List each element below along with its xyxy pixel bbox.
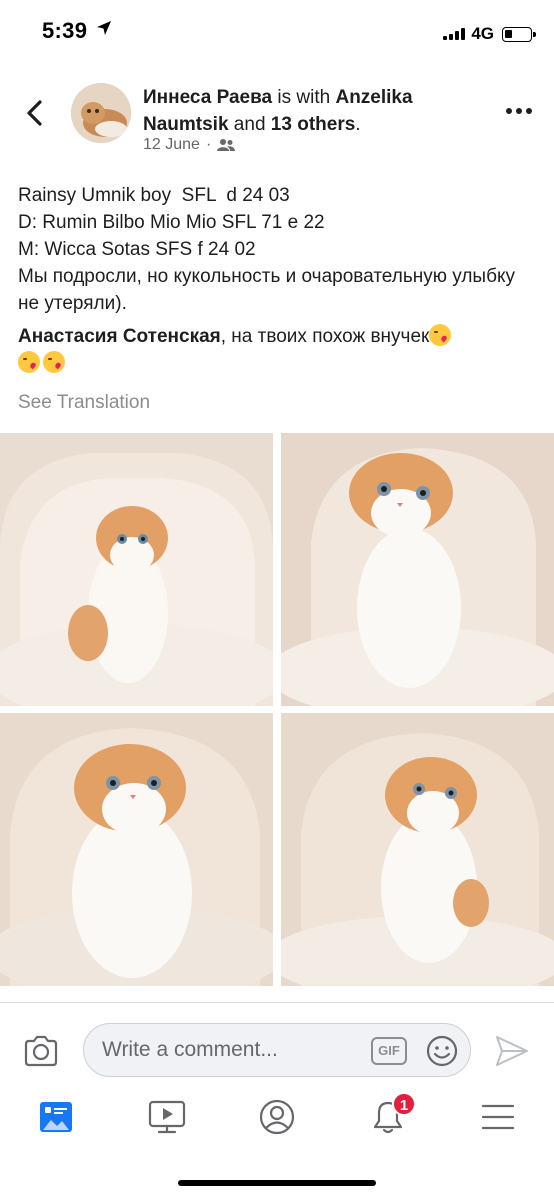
kitten-photo-1: [0, 433, 273, 706]
status-indicators: 4G: [443, 24, 536, 44]
nav-profile[interactable]: [247, 1088, 307, 1146]
avatar-cat-image: [71, 83, 131, 143]
kiss-emoji-icon: [43, 351, 65, 373]
tagged-others[interactable]: 13 others: [271, 114, 355, 135]
post-photo-3[interactable]: [0, 713, 273, 986]
nav-notifications[interactable]: 1: [358, 1088, 418, 1146]
mention-line: Анастасия Сотенская, на твоих похож внуч…: [18, 323, 538, 377]
mention-rest: , на твоих похож внучек: [220, 326, 430, 347]
more-options-icon[interactable]: [506, 108, 532, 116]
avatar[interactable]: [71, 83, 131, 143]
nav-news-feed[interactable]: [26, 1088, 86, 1146]
status-time: 5:39: [42, 18, 88, 43]
comment-input[interactable]: Write a comment...: [102, 1038, 278, 1062]
post-photo-1[interactable]: [0, 433, 273, 706]
back-chevron-icon[interactable]: [22, 98, 48, 128]
profile-icon: [259, 1099, 295, 1135]
nav-menu[interactable]: [468, 1088, 528, 1146]
nav-watch[interactable]: [137, 1088, 197, 1146]
post-line-4: Мы подросли, но кукольность и очаровател…: [18, 266, 515, 314]
news-feed-icon: [40, 1102, 72, 1132]
send-icon[interactable]: [494, 1034, 530, 1068]
kitten-photo-2: [281, 433, 554, 706]
post-text: Rainsy Umnik boy SFL d 24 03 D: Rumin Bi…: [18, 182, 538, 377]
watch-icon: [148, 1100, 186, 1134]
notification-badge: 1: [392, 1092, 416, 1116]
home-indicator: [178, 1180, 376, 1186]
meta-separator: ·: [205, 136, 212, 153]
network-type: 4G: [471, 24, 494, 43]
post-line-3: M: Wicca Sotas SFS f 24 02: [18, 239, 256, 260]
kiss-emoji-icon: [429, 324, 452, 346]
signal-icon: [443, 28, 466, 40]
comment-box[interactable]: Write a comment... GIF: [83, 1023, 471, 1077]
gif-button[interactable]: GIF: [371, 1037, 407, 1065]
smiley-icon[interactable]: [426, 1035, 458, 1067]
status-bar: 5:39 4G: [0, 0, 554, 62]
with-text: is with: [272, 87, 336, 108]
menu-icon: [481, 1104, 515, 1130]
post-author-line: Иннеса Раева is with Anzelika Naumtsik a…: [143, 84, 473, 138]
post-photo-4[interactable]: [281, 713, 554, 986]
period: .: [355, 114, 361, 135]
mention-link[interactable]: Анастасия Сотенская: [18, 326, 221, 347]
kiss-emoji-icon: [18, 351, 40, 373]
author-name[interactable]: Иннеса Раева: [143, 87, 272, 108]
friends-icon: [217, 139, 236, 151]
camera-icon[interactable]: [23, 1035, 59, 1067]
kitten-photo-4: [281, 713, 554, 986]
battery-icon: [502, 26, 536, 42]
post-photo-2[interactable]: [281, 433, 554, 706]
kitten-photo-3: [0, 713, 273, 986]
see-translation-link[interactable]: See Translation: [18, 392, 150, 414]
location-arrow-icon: [97, 21, 111, 35]
post-line-1: Rainsy Umnik boy SFL d 24 03: [18, 185, 290, 206]
post-meta: 12 June ·: [143, 136, 236, 154]
post-date[interactable]: 12 June: [143, 136, 200, 154]
and-text: and: [228, 114, 271, 135]
post-line-2: D: Rumin Bilbo Mio Mio SFL 71 e 22: [18, 212, 325, 233]
bottom-nav: 1: [0, 1088, 554, 1152]
divider: [0, 1002, 554, 1003]
